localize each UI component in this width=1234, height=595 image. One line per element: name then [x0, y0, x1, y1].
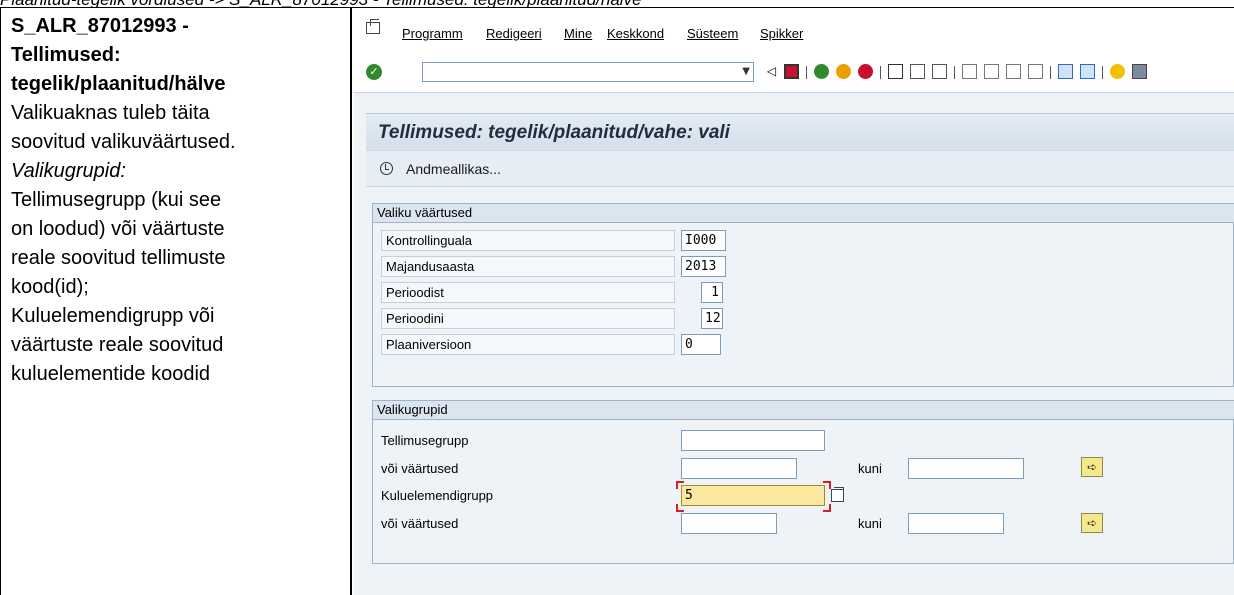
controlling-area-input[interactable]: I000 — [681, 230, 726, 251]
menu-item-keskkond[interactable]: Keskkond — [607, 26, 664, 41]
toolbar-separator — [1102, 66, 1103, 79]
plan-version-input[interactable]: 0 — [681, 334, 721, 355]
print-icon[interactable] — [888, 64, 903, 79]
description-subheading: Valikugrupid: — [11, 160, 126, 182]
prev-page-icon[interactable] — [984, 64, 999, 79]
report-title-2: tegelik/plaanitud/hälve — [11, 73, 226, 95]
description-line: on loodud) või väärtuste — [11, 218, 225, 240]
order-to-input[interactable] — [908, 458, 1024, 479]
description-line: väärtuste reale soovitud — [11, 334, 224, 356]
group-title: Valiku väärtused — [373, 204, 1234, 223]
ok-icon[interactable]: ✓ — [366, 64, 382, 80]
menu-item-susteem[interactable]: Süsteem — [687, 26, 738, 41]
exit-icon[interactable] — [836, 64, 851, 79]
shortcut-icon[interactable] — [1080, 64, 1095, 79]
cost-element-from-input[interactable] — [681, 513, 777, 534]
menu-item-programm[interactable]: Programm — [402, 26, 463, 41]
fiscal-year-input[interactable]: 2013 — [681, 256, 726, 277]
new-session-icon[interactable] — [1058, 64, 1073, 79]
description-column: S_ALR_87012993 - Tellimused: tegelik/pla… — [0, 8, 352, 595]
multiple-selection-arrow-icon[interactable]: ➪ — [1081, 513, 1103, 533]
field-label: Plaaniversioon — [381, 334, 675, 355]
order-group-label: Tellimusegrupp — [381, 433, 469, 448]
to-label: kuni — [858, 461, 882, 476]
screen-title-bar: Tellimused: tegelik/plaanitud/vahe: vali — [366, 113, 1234, 152]
focus-corner — [823, 481, 831, 489]
field-label: Perioodist — [381, 282, 675, 303]
sap-window: Programm Redigeeri Mine Keskkond Süsteem… — [354, 8, 1234, 595]
menu-icon[interactable] — [366, 19, 380, 34]
or-values-label: või väärtused — [381, 461, 459, 476]
help-icon[interactable] — [1110, 64, 1125, 79]
table-frame: S_ALR_87012993 - Tellimused: tegelik/pla… — [0, 7, 1234, 595]
customize-icon[interactable] — [1132, 64, 1147, 79]
or-values-label: või väärtused — [381, 516, 459, 531]
data-source-button[interactable]: Andmeallikas... — [406, 161, 501, 177]
chevron-down-icon[interactable]: ▼ — [742, 66, 750, 77]
transaction-code: S_ALR_87012993 - — [11, 15, 189, 37]
find-icon[interactable] — [910, 64, 925, 79]
screen-title: Tellimused: tegelik/plaanitud/vahe: vali — [378, 122, 730, 143]
cost-element-group-input[interactable]: 5 — [681, 485, 825, 506]
menu-bar: Programm Redigeeri Mine Keskkond Süsteem… — [354, 8, 1234, 48]
find-next-icon[interactable] — [932, 64, 947, 79]
description-line: kood(id); — [11, 276, 89, 298]
cost-element-group-label: Kuluelemendigrupp — [381, 488, 494, 503]
group-title: Valikugrupid — [373, 401, 1234, 420]
green-back-icon[interactable] — [814, 64, 829, 79]
cost-element-to-input[interactable] — [908, 513, 1004, 534]
next-page-icon[interactable] — [1006, 64, 1021, 79]
description-line: Tellimusegrupp (kui see — [11, 189, 222, 211]
order-from-input[interactable] — [681, 458, 797, 479]
menu-item-mine[interactable]: Mine — [564, 26, 592, 41]
application-toolbar: Andmeallikas... — [366, 151, 1234, 187]
field-label: Perioodini — [381, 308, 675, 329]
field-label: Kontrollinguala — [381, 230, 675, 251]
toolbar-separator — [954, 66, 955, 79]
menu-item-spikker[interactable]: Spikker — [760, 26, 803, 41]
order-group-input[interactable] — [681, 430, 825, 451]
toolbar-separator — [1050, 66, 1051, 79]
execute-icon[interactable] — [380, 162, 393, 175]
field-label: Majandusaasta — [381, 256, 675, 277]
period-to-input[interactable]: 12 — [701, 308, 723, 329]
toolbar-separator — [806, 66, 807, 79]
description-line: Kuluelemendigrupp või — [11, 305, 215, 327]
to-label: kuni — [858, 516, 882, 531]
description-line: reale soovitud tellimuste — [11, 247, 226, 269]
cancel-icon[interactable] — [858, 64, 873, 79]
description-line: soovitud valikuväärtused. — [11, 131, 236, 153]
multiple-selection-arrow-icon[interactable]: ➪ — [1081, 457, 1103, 477]
description-line: Valikuaknas tuleb täita — [11, 102, 210, 124]
first-page-icon[interactable] — [962, 64, 977, 79]
back-icon[interactable]: ◁ — [764, 64, 779, 79]
system-toolbar: ✓ ▼ ◁ — [354, 48, 1234, 93]
report-title-1: Tellimused: — [11, 44, 121, 66]
period-from-input[interactable]: 1 — [701, 282, 723, 303]
last-page-icon[interactable] — [1028, 64, 1043, 79]
toolbar-separator — [880, 66, 881, 79]
save-icon[interactable] — [784, 64, 799, 79]
value-help-icon[interactable] — [831, 487, 844, 502]
selection-groups-group: Valikugrupid Tellimusegrupp või väärtuse… — [372, 400, 1234, 564]
focus-corner — [676, 504, 684, 512]
selection-values-group: Valiku väärtused Kontrollinguala I000 Ma… — [372, 203, 1234, 387]
focus-corner — [823, 504, 831, 512]
focus-corner — [676, 481, 684, 489]
description-line: kuluelementide koodid — [11, 363, 211, 385]
menu-item-redigeeri[interactable]: Redigeeri — [486, 26, 542, 41]
command-field[interactable]: ▼ — [422, 62, 754, 82]
